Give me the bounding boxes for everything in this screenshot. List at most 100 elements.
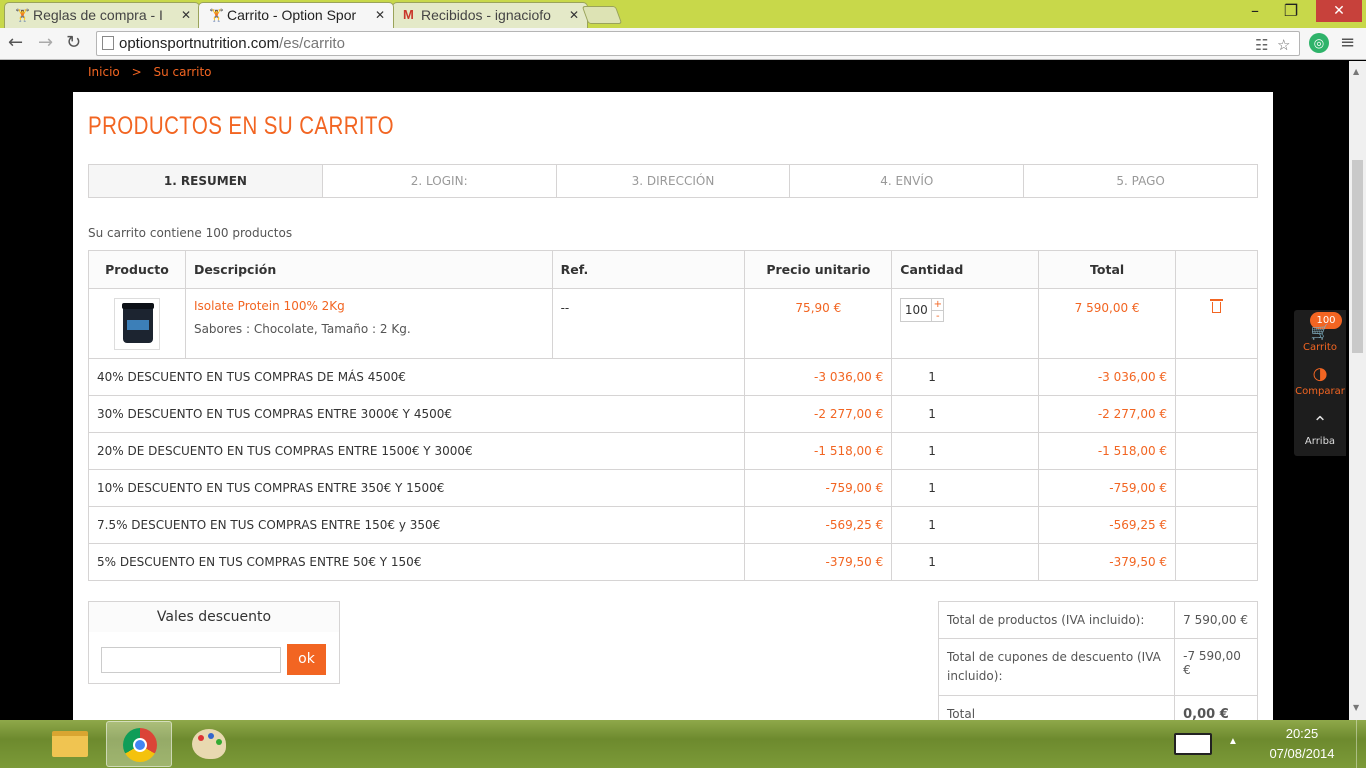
forward-arrow-icon[interactable]: →	[38, 32, 53, 54]
discount-action	[1175, 506, 1258, 544]
option-favicon: 🏋	[209, 8, 224, 22]
discount-total: -1 518,00 €	[1038, 432, 1177, 470]
step-shipping[interactable]: 4. ENVÍO	[790, 165, 1025, 197]
totals-row: Total 0,00 €	[937, 695, 1258, 720]
extension-icon[interactable]: ◎	[1309, 33, 1329, 53]
product-unit-price: 75,90 €	[744, 288, 893, 359]
back-arrow-icon[interactable]: ←	[8, 32, 23, 54]
browser-tab-carrito[interactable]: 🏋 Carrito - Option Spor ✕	[198, 2, 394, 28]
chrome-menu-icon[interactable]: ≡	[1340, 33, 1355, 53]
scroll-up-arrow-icon[interactable]: ▲	[1353, 67, 1359, 76]
discount-label: 7.5% DESCUENTO EN TUS COMPRAS ENTRE 150€…	[87, 506, 746, 544]
totals-table: Total de productos (IVA incluido): 7 590…	[937, 601, 1258, 720]
taskbar-time[interactable]: 20:25	[1262, 726, 1342, 741]
discount-qty: 1	[891, 543, 1040, 581]
discount-action	[1175, 469, 1258, 507]
page-icon	[102, 36, 114, 50]
totals-coupons-label: Total de cupones de descuento (IVA inclu…	[937, 638, 1176, 696]
table-row-discount: 40% DESCUENTO EN TUS COMPRAS DE MÁS 4500…	[87, 358, 1258, 396]
trash-icon[interactable]	[1210, 299, 1224, 313]
reload-icon[interactable]: ↻	[66, 32, 81, 54]
scroll-down-arrow-icon[interactable]: ▼	[1353, 703, 1359, 712]
url-path: /es/carrito	[279, 35, 345, 52]
totals-products-value: 7 590,00 €	[1174, 601, 1258, 639]
table-header-row: Producto Descripción Ref. Precio unitari…	[88, 250, 1258, 289]
discount-action	[1175, 395, 1258, 433]
product-ref: --	[551, 288, 746, 359]
bookmark-star-icon[interactable]: ☆	[1277, 34, 1290, 57]
address-bar[interactable]: optionsportnutrition.com/es/carrito ☷ ☆	[96, 31, 1300, 56]
tray-expand-icon[interactable]: ▲	[1228, 736, 1238, 747]
new-tab-button[interactable]	[581, 6, 623, 24]
product-quantity-cell: 100 + -	[891, 288, 1040, 359]
table-row-discount: 5% DESCUENTO EN TUS COMPRAS ENTRE 50€ Y …	[87, 543, 1258, 581]
breadcrumb: Inicio > Su carrito	[88, 65, 220, 79]
step-address[interactable]: 3. DIRECCIÓN	[556, 165, 791, 197]
side-cart-button[interactable]: 100 🛒 Carrito	[1294, 312, 1346, 356]
translate-icon[interactable]: ☷	[1255, 34, 1268, 57]
totals-row: Total de productos (IVA incluido): 7 590…	[937, 601, 1258, 639]
window-close-icon[interactable]: ✕	[1316, 0, 1362, 22]
table-row-discount: 20% DE DESCUENTO EN TUS COMPRAS ENTRE 15…	[87, 432, 1258, 470]
cart-content: PRODUCTOS EN SU CARRITO 1. RESUMEN 2. LO…	[73, 92, 1273, 720]
close-tab-icon[interactable]: ✕	[181, 3, 191, 27]
scroll-thumb[interactable]	[1352, 160, 1363, 353]
close-tab-icon[interactable]: ✕	[569, 3, 579, 27]
page-scrollbar[interactable]: ▲ ▼	[1349, 61, 1366, 720]
discount-label: 20% DE DESCUENTO EN TUS COMPRAS ENTRE 15…	[87, 432, 746, 470]
voucher-box: Vales descuento ok	[88, 601, 340, 684]
delete-cell	[1175, 288, 1258, 359]
tab-title: Recibidos - ignaciofo	[421, 7, 551, 23]
chrome-taskbar-icon[interactable]	[106, 721, 172, 767]
taskbar-date[interactable]: 07/08/2014	[1256, 746, 1348, 761]
discount-price: -379,50 €	[744, 543, 893, 581]
maximize-icon[interactable]: ❐	[1276, 0, 1306, 22]
side-top-button[interactable]: ⌃ Arriba	[1294, 414, 1346, 454]
cart-summary-text: Su carrito contiene 100 productos	[88, 226, 293, 240]
discount-label: 10% DESCUENTO EN TUS COMPRAS ENTRE 350€ …	[87, 469, 746, 507]
discount-price: -569,25 €	[744, 506, 893, 544]
quantity-stepper[interactable]: 100 + -	[900, 298, 945, 322]
voucher-ok-button[interactable]: ok	[287, 644, 326, 675]
quantity-minus-button[interactable]: -	[932, 310, 944, 322]
product-name-link[interactable]: Isolate Protein 100% 2Kg	[194, 299, 544, 313]
discount-total: -2 277,00 €	[1038, 395, 1177, 433]
discount-label: 5% DESCUENTO EN TUS COMPRAS ENTRE 50€ Y …	[87, 543, 746, 581]
browser-tab-reglas[interactable]: 🏋 Reglas de compra - I ✕	[4, 2, 200, 28]
minimize-icon[interactable]: –	[1240, 0, 1270, 22]
gmail-icon: M	[403, 7, 414, 22]
voucher-code-input[interactable]	[101, 647, 281, 673]
browser-tab-recibidos[interactable]: M Recibidos - ignaciofo ✕	[392, 2, 588, 28]
paint-taskbar-icon[interactable]	[176, 721, 242, 767]
compare-icon: ◑	[1312, 364, 1328, 384]
product-image-cell	[88, 288, 186, 359]
show-desktop-button[interactable]	[1356, 720, 1366, 768]
chevron-up-icon: ⌃	[1312, 413, 1328, 434]
quantity-plus-button[interactable]: +	[932, 299, 943, 310]
header-unit-price: Precio unitario	[744, 250, 893, 289]
discount-qty: 1	[891, 395, 1040, 433]
keyboard-icon[interactable]	[1174, 733, 1212, 755]
discount-price: -3 036,00 €	[744, 358, 893, 396]
discount-qty: 1	[891, 432, 1040, 470]
side-cart-label: Carrito	[1303, 342, 1337, 353]
product-image[interactable]	[113, 297, 160, 350]
discount-price: -759,00 €	[744, 469, 893, 507]
file-explorer-icon[interactable]	[38, 721, 104, 767]
step-payment[interactable]: 5. PAGO	[1024, 165, 1257, 197]
cart-table: Producto Descripción Ref. Precio unitari…	[87, 250, 1258, 581]
voucher-title: Vales descuento	[89, 602, 339, 632]
product-description-cell: Isolate Protein 100% 2Kg Sabores : Choco…	[184, 288, 553, 359]
discount-action	[1175, 358, 1258, 396]
close-tab-icon[interactable]: ✕	[375, 3, 385, 27]
breadcrumb-home-link[interactable]: Inicio	[88, 65, 120, 79]
tab-title: Reglas de compra - I	[33, 7, 163, 23]
table-row-discount: 7.5% DESCUENTO EN TUS COMPRAS ENTRE 150€…	[87, 506, 1258, 544]
step-login[interactable]: 2. LOGIN:	[322, 165, 557, 197]
step-summary[interactable]: 1. RESUMEN	[89, 165, 323, 197]
url-host: optionsportnutrition.com	[119, 35, 280, 52]
side-compare-button[interactable]: ◑ Comparar	[1294, 364, 1346, 404]
side-top-label: Arriba	[1304, 436, 1336, 447]
discount-label: 40% DESCUENTO EN TUS COMPRAS DE MÁS 4500…	[87, 358, 746, 396]
quantity-input[interactable]: 100	[901, 299, 931, 321]
